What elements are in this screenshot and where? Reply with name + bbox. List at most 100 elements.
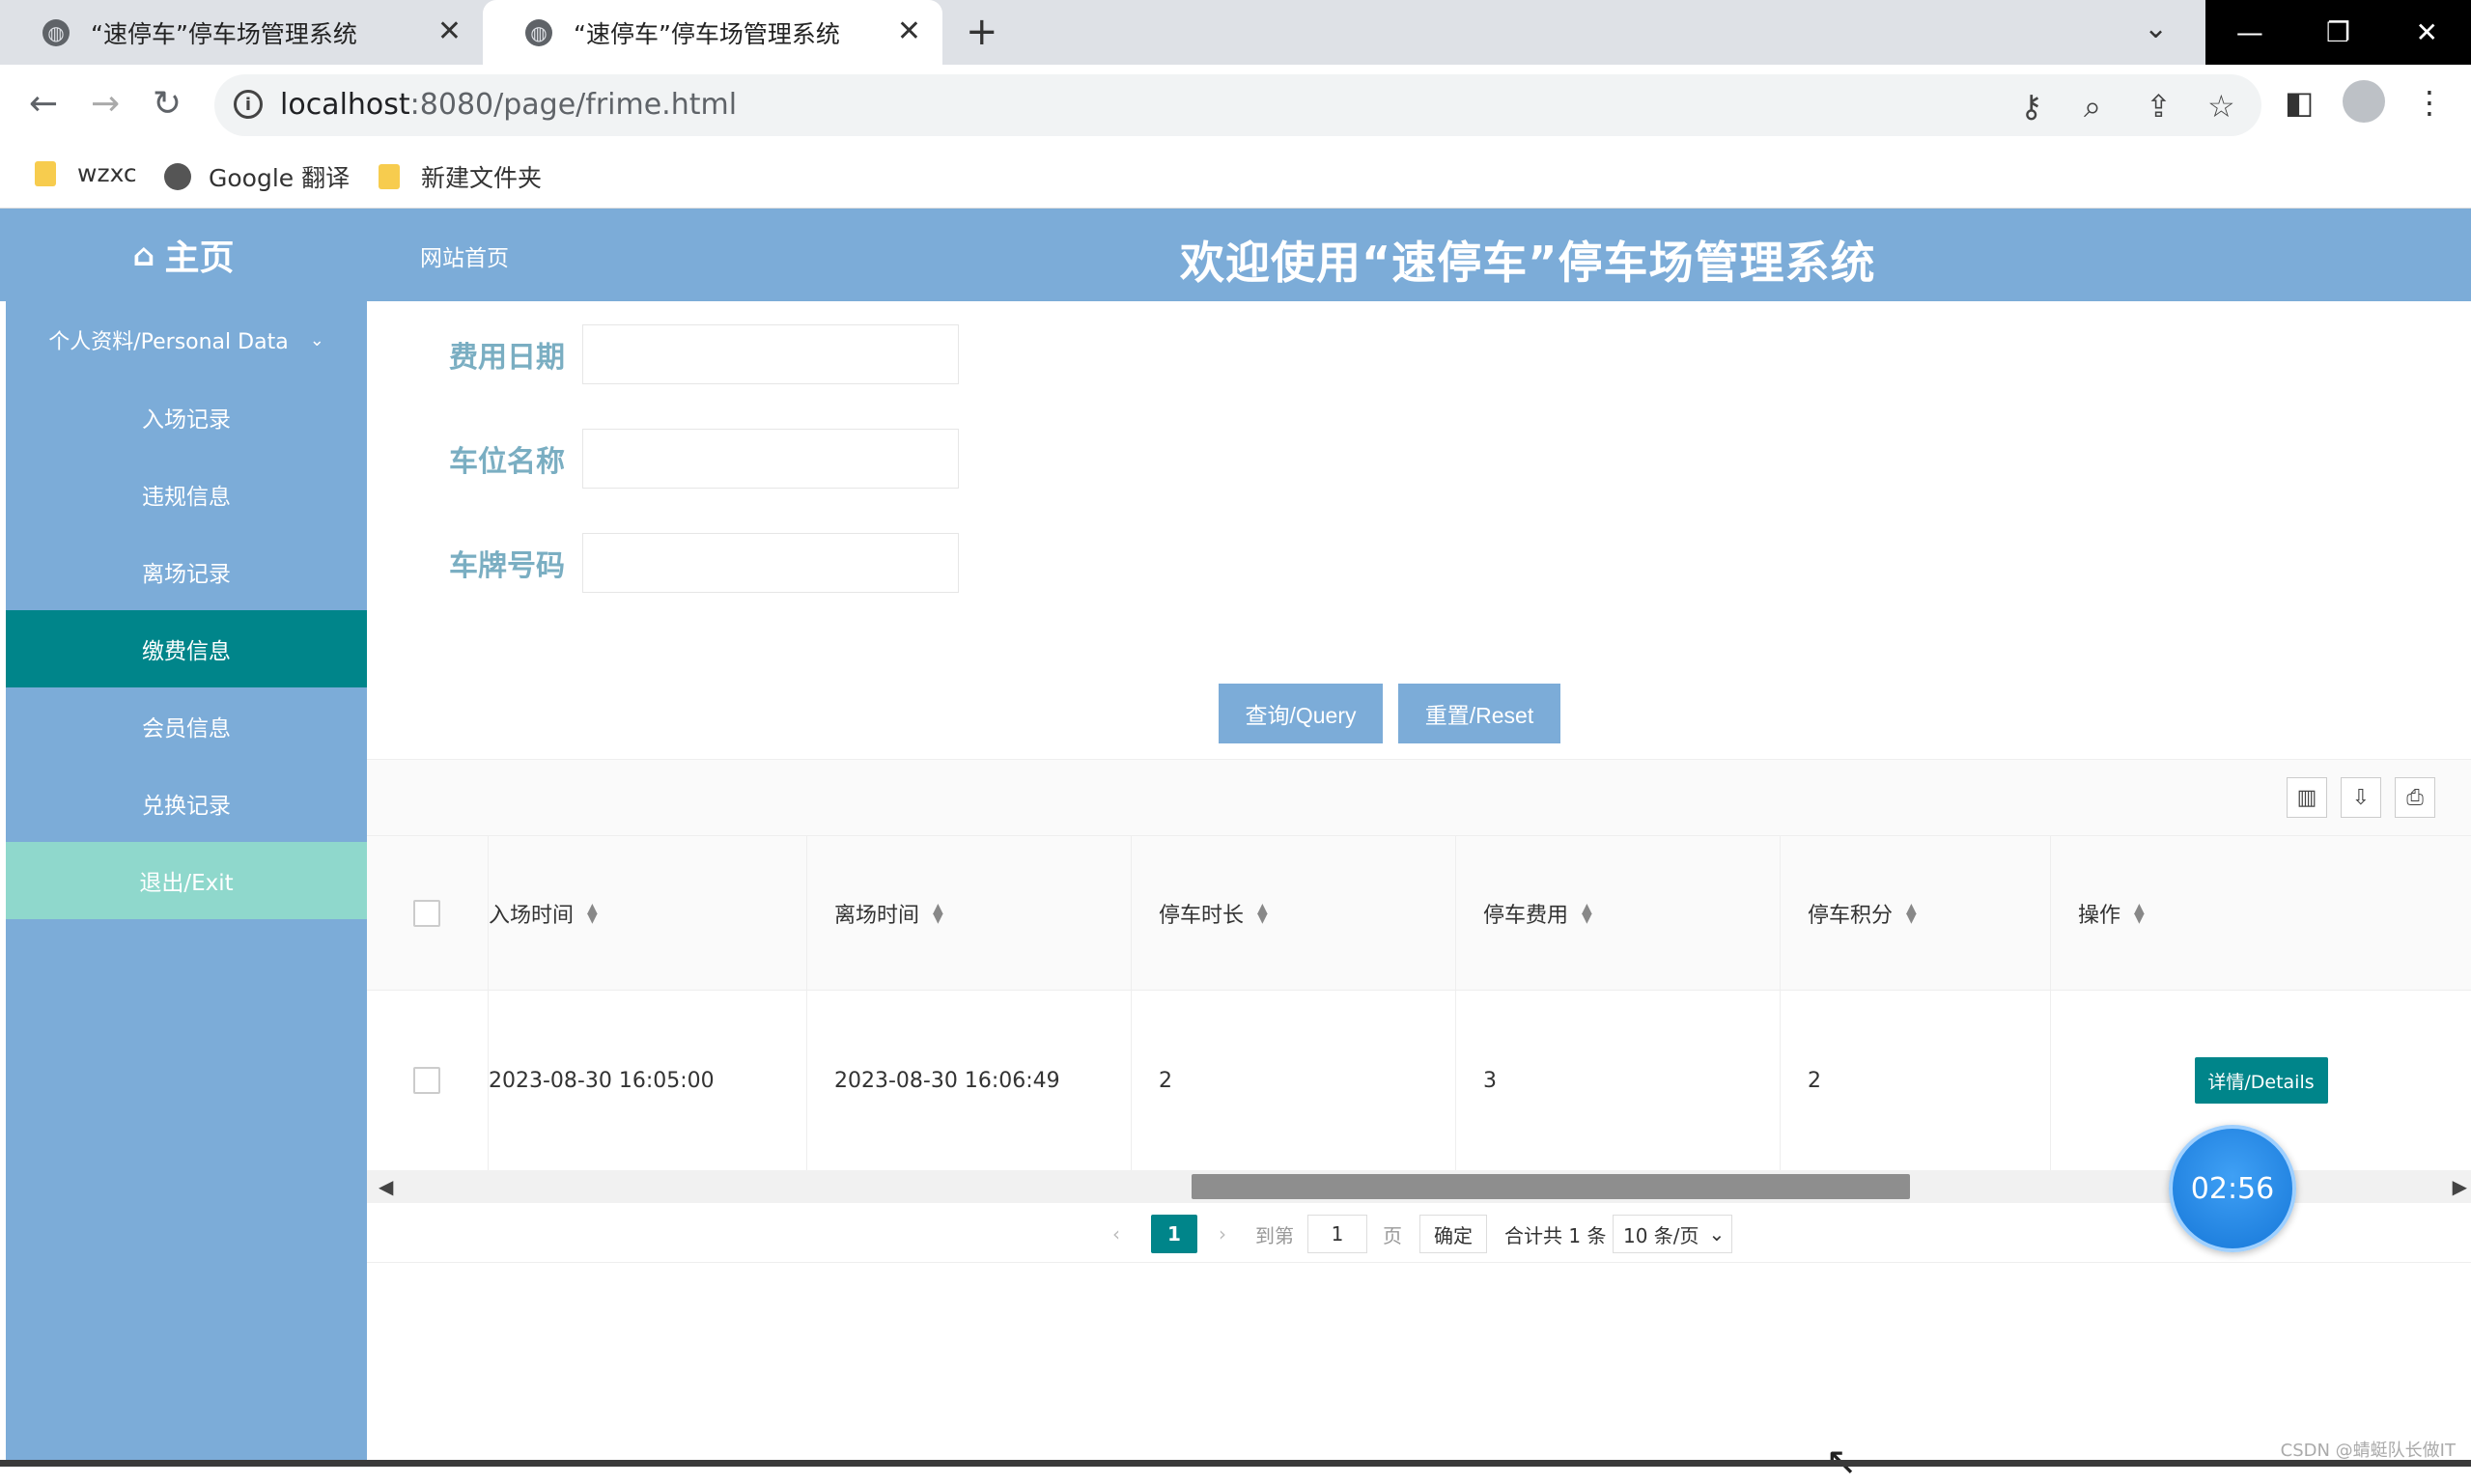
page-size-select[interactable]: 10 条/页 ⌄ xyxy=(1613,1215,1732,1253)
back-icon[interactable]: ← xyxy=(29,84,58,124)
column-label: 入场时间 xyxy=(489,903,575,928)
close-icon[interactable]: ✕ xyxy=(437,17,462,46)
page-size-value: 10 条/页 xyxy=(1623,1223,1699,1247)
column-label: 停车积分 xyxy=(1808,903,1894,928)
new-tab-icon[interactable]: + xyxy=(966,10,998,54)
bookmark-label: wzxc xyxy=(77,159,137,187)
sidebar-item-entry-records[interactable]: 入场记录 xyxy=(6,378,367,456)
page-unit-label: 页 xyxy=(1383,1223,1402,1247)
horizontal-scrollbar[interactable]: ◀ ▶ xyxy=(367,1170,2471,1203)
sidebar-group-personal-data[interactable]: 个人资料/Personal Data ⌄ xyxy=(6,301,367,378)
next-page-icon[interactable]: › xyxy=(1219,1215,1226,1253)
bookmark-item[interactable]: 新建文件夹 xyxy=(379,159,542,194)
star-icon[interactable]: ☆ xyxy=(2207,88,2235,125)
key-icon[interactable]: ⚷ xyxy=(2020,88,2042,125)
sort-icon[interactable]: ▲ ▼ xyxy=(2134,902,2145,925)
goto-label: 到第 xyxy=(1255,1223,1294,1247)
minimize-icon[interactable]: — xyxy=(2205,0,2294,65)
bookmark-label: Google 翻译 xyxy=(209,164,351,192)
form-row-fee-date: 费用日期 xyxy=(449,324,959,384)
sort-icon[interactable]: ▲ ▼ xyxy=(1257,902,1268,925)
globe-icon: ◍ xyxy=(525,18,552,46)
total-count: 合计共 1 条 xyxy=(1504,1223,1607,1247)
tab-title: “速停车”停车场管理系统 xyxy=(574,19,840,48)
scrollbar-thumb[interactable] xyxy=(1192,1174,1910,1199)
goto-page-input[interactable]: 1 xyxy=(1307,1215,1367,1253)
space-name-input[interactable] xyxy=(582,429,959,489)
close-icon[interactable]: ✕ xyxy=(897,17,921,46)
sort-icon[interactable]: ▲ ▼ xyxy=(1906,902,1917,925)
row-checkbox[interactable] xyxy=(413,1067,440,1094)
select-all-checkbox[interactable] xyxy=(413,899,440,927)
globe-icon xyxy=(164,163,191,190)
sidebar-item-violations[interactable]: 违规信息 xyxy=(6,456,367,533)
column-header[interactable]: 停车积分 ▲ ▼ xyxy=(1781,836,2051,990)
column-header[interactable]: 离场时间 ▲ ▼ xyxy=(807,836,1132,990)
fee-date-label: 费用日期 xyxy=(449,341,565,375)
sidebar-item-members[interactable]: 会员信息 xyxy=(6,687,367,765)
forward-icon[interactable]: → xyxy=(91,84,120,124)
page-number[interactable]: 1 xyxy=(1151,1215,1197,1253)
goto-confirm-button[interactable]: 确定 xyxy=(1419,1215,1487,1253)
query-button[interactable]: 查询/Query xyxy=(1219,684,1383,743)
column-header[interactable]: 入场时间 ▲ ▼ xyxy=(489,836,807,990)
scroll-right-icon[interactable]: ▶ xyxy=(2453,1175,2467,1198)
sidebar-item-exit-records[interactable]: 离场记录 xyxy=(6,533,367,610)
info-icon[interactable]: i xyxy=(234,90,263,119)
duration-cell: 2 xyxy=(1132,991,1456,1170)
fee-date-input[interactable] xyxy=(582,324,959,384)
reset-button[interactable]: 重置/Reset xyxy=(1398,684,1560,743)
prev-page-icon[interactable]: ‹ xyxy=(1112,1215,1120,1253)
table-row: 2023-08-30 16:05:00 2023-08-30 16:06:49 … xyxy=(367,991,2471,1170)
row-select-cell xyxy=(367,991,489,1170)
space-name-label: 车位名称 xyxy=(449,445,565,479)
zoom-icon[interactable]: ⌕ xyxy=(2084,88,2101,126)
restore-icon[interactable]: ❐ xyxy=(2294,0,2383,65)
globe-icon: ◍ xyxy=(42,18,70,46)
table-header: 入场时间 ▲ ▼ 离场时间 ▲ ▼ 停车时长 ▲ ▼ 停车费用 ▲ ▼ 停车积分 ▲ ▼ … xyxy=(367,836,2471,991)
scroll-left-icon[interactable]: ◀ xyxy=(379,1175,393,1198)
watermark: CSDN @蜻蜓队长做IT xyxy=(2280,1441,2456,1461)
sort-icon[interactable]: ▲ ▼ xyxy=(587,902,598,925)
chevron-down-icon[interactable]: ⌄ xyxy=(2144,12,2168,45)
reload-icon[interactable]: ↻ xyxy=(153,84,182,124)
column-header[interactable]: 停车时长 ▲ ▼ xyxy=(1132,836,1456,990)
sidepanel-icon[interactable]: ◧ xyxy=(2285,84,2314,121)
home-icon: ⌂ xyxy=(132,237,155,273)
site-home-link[interactable]: 网站首页 xyxy=(420,239,509,272)
home-link[interactable]: ⌂ 主页 xyxy=(0,209,367,301)
browser-tab-1[interactable]: ◍ “速停车”停车场管理系统 ✕ xyxy=(0,0,483,65)
menu-icon[interactable]: ⋮ xyxy=(2414,84,2445,121)
chevron-down-icon: ⌄ xyxy=(309,329,324,350)
column-header[interactable]: 停车费用 ▲ ▼ xyxy=(1456,836,1781,990)
address-bar[interactable]: i localhost:8080/page/frime.html ⚷ ⌕ ⇪ ☆ xyxy=(214,74,2261,136)
points-cell: 2 xyxy=(1781,991,2051,1170)
browser-tab-2[interactable]: ◍ “速停车”停车场管理系统 ✕ xyxy=(483,0,942,65)
column-header[interactable]: 操作 ▲ ▼ xyxy=(2051,836,2471,990)
sidebar-item-payments[interactable]: 缴费信息 xyxy=(6,610,367,687)
window-close-icon[interactable]: ✕ xyxy=(2382,0,2471,65)
plate-number-input[interactable] xyxy=(582,533,959,593)
sidebar: 个人资料/Personal Data ⌄ 入场记录 违规信息 离场记录 缴费信息… xyxy=(6,301,367,1467)
share-icon[interactable]: ⇪ xyxy=(2146,88,2172,125)
print-icon[interactable]: ⎙ xyxy=(2395,777,2435,818)
sort-icon[interactable]: ▲ ▼ xyxy=(933,902,943,925)
recording-timer[interactable]: 02:56 xyxy=(2169,1125,2296,1252)
details-button[interactable]: 详情/Details xyxy=(2194,1057,2328,1104)
sidebar-item-exit[interactable]: 退出/Exit xyxy=(6,842,367,919)
plate-number-label: 车牌号码 xyxy=(449,549,565,583)
columns-icon[interactable]: ▥ xyxy=(2287,777,2327,818)
sidebar-item-redemptions[interactable]: 兑换记录 xyxy=(6,765,367,842)
bookmark-item[interactable]: wzxc xyxy=(35,159,137,187)
column-label: 离场时间 xyxy=(834,903,920,928)
profile-avatar-icon[interactable] xyxy=(2343,80,2385,123)
folder-icon xyxy=(35,160,56,186)
pagination: ‹ 1 › 到第 1 页 确定 合计共 1 条 10 条/页 ⌄ xyxy=(367,1203,2471,1263)
export-icon[interactable]: ⇩ xyxy=(2341,777,2381,818)
table-toolbar: ▥ ⇩ ⎙ xyxy=(367,759,2471,836)
browser-toolbar: ← → ↻ i localhost:8080/page/frime.html ⚷… xyxy=(0,65,2471,145)
browser-tabstrip: ◍ “速停车”停车场管理系统 ✕ ◍ “速停车”停车场管理系统 ✕ + ⌄ — … xyxy=(0,0,2471,65)
bookmark-item[interactable]: Google 翻译 xyxy=(164,159,350,194)
sort-icon[interactable]: ▲ ▼ xyxy=(1582,902,1592,925)
column-label: 停车费用 xyxy=(1483,903,1569,928)
